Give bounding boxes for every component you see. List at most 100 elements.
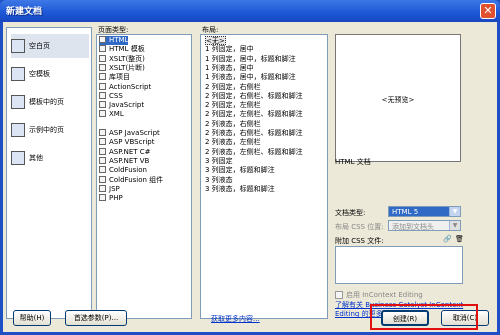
- page-type-label: JavaScript: [109, 101, 145, 110]
- page-type-label: XSLT(整页): [109, 54, 145, 63]
- category-item[interactable]: 空白页: [11, 34, 89, 58]
- layout-item[interactable]: 2 列液态，右侧栏: [205, 120, 261, 129]
- page-type-item[interactable]: HTML: [99, 36, 129, 45]
- file-icon: [99, 184, 106, 192]
- page-type-item[interactable]: ASP.NET C#: [99, 147, 151, 157]
- layout-item[interactable]: 2 列固定，左侧栏: [205, 101, 261, 110]
- file-icon: [99, 110, 106, 118]
- category-item[interactable]: 空模板: [11, 62, 89, 86]
- layout-item[interactable]: <无>: [205, 36, 226, 45]
- close-button[interactable]: ✕: [480, 3, 496, 19]
- page-type-label: ColdFusion: [109, 166, 147, 175]
- layout-item[interactable]: 3 列固定: [205, 157, 233, 166]
- page-type-item[interactable]: JavaScript: [99, 101, 144, 110]
- trash-icon[interactable]: 🗑: [455, 235, 464, 243]
- layout-item[interactable]: 2 列固定，右侧栏: [205, 83, 261, 92]
- file-icon: [99, 63, 106, 71]
- page-type-label: JSP: [109, 184, 120, 193]
- file-icon: [99, 45, 106, 53]
- layout-item[interactable]: 3 列液态，标题和脚注: [205, 185, 275, 194]
- layout-item[interactable]: 3 列固定，标题和脚注: [205, 166, 275, 175]
- doctype-value: HTML 5: [392, 208, 419, 216]
- template-page-icon: [11, 95, 25, 109]
- highlight-box: [370, 304, 478, 330]
- page-type-item[interactable]: ASP JavaScript: [99, 129, 160, 138]
- page-type-item[interactable]: ASP VBScript: [99, 138, 154, 147]
- window-title: 新建文档: [6, 7, 43, 17]
- category-item[interactable]: 示例中的页: [11, 118, 89, 142]
- page-type-label: ASP.NET C#: [109, 147, 151, 156]
- page-type-item[interactable]: PHP: [99, 194, 123, 203]
- category-list: 空白页空模板模板中的页示例中的页其他: [6, 27, 92, 319]
- page-type-label: ASP VBScript: [109, 138, 155, 147]
- layout-item[interactable]: 2 列液态，左侧栏: [205, 138, 261, 147]
- page-type-label: HTML: [109, 36, 129, 44]
- sample-page-icon: [11, 123, 25, 137]
- page-type-label: XSLT(片断): [109, 63, 145, 72]
- layout-item[interactable]: 2 列固定，左侧栏、标题和脚注: [205, 110, 303, 119]
- layout-item[interactable]: 1 列液态，居中，标题和脚注: [205, 73, 296, 82]
- page-type-item[interactable]: ASP.NET VB: [99, 156, 149, 166]
- page-type-label: CSS: [109, 91, 123, 100]
- category-label: 空白页: [29, 42, 50, 50]
- dialog-window: 新建文档 ✕ 空白页 空模板 模板中的页 示例中的页 其他 页面类型: HTML HTML…: [0, 0, 500, 335]
- page-type-label: 库项目: [109, 73, 130, 82]
- file-icon: [99, 54, 106, 62]
- layout-list[interactable]: <无> 1 列固定，居中 1 列固定，居中，标题和脚注 1 列液态，居中 1 列液态，居…: [200, 34, 328, 319]
- category-item[interactable]: 其他: [11, 146, 89, 170]
- layout-item[interactable]: 3 列液态: [205, 176, 233, 185]
- layout-css-select: 添加到文档头 ▼: [388, 220, 461, 231]
- title-bar: 新建文档 ✕: [0, 0, 500, 22]
- page-type-item[interactable]: ColdFusion 组件: [99, 175, 163, 185]
- doctype-label: 文档类型:: [335, 209, 366, 217]
- file-icon: [99, 129, 106, 136]
- page-type-item[interactable]: JSP: [99, 184, 120, 194]
- doctype-select[interactable]: HTML 5 ▼: [388, 206, 461, 217]
- category-label: 空模板: [29, 70, 50, 78]
- layout-item[interactable]: 2 列液态，右侧栏、标题和脚注: [205, 129, 303, 138]
- layout-item[interactable]: 1 列固定，居中，标题和脚注: [205, 55, 296, 64]
- chevron-down-icon: ▼: [449, 207, 460, 216]
- help-button[interactable]: 帮助(H): [13, 310, 51, 326]
- layout-css-label: 布局 CSS 位置:: [335, 223, 384, 231]
- page-type-item[interactable]: CSS: [99, 91, 123, 101]
- incontext-checkbox[interactable]: [335, 291, 343, 299]
- page-type-item[interactable]: XML: [99, 110, 124, 119]
- page-type-label: XML: [109, 110, 124, 119]
- category-label: 其他: [29, 154, 43, 162]
- get-more-content-link[interactable]: 获取更多内容...: [211, 314, 260, 324]
- file-icon: [99, 91, 106, 99]
- preview-text: <无预览>: [381, 96, 415, 104]
- layout-item[interactable]: 2 列固定，右侧栏、标题和脚注: [205, 92, 303, 101]
- preferences-button[interactable]: 首选参数(P)...: [65, 310, 127, 326]
- other-icon: [11, 151, 25, 165]
- incontext-checkbox-row[interactable]: 启用 InContext Editing: [335, 290, 423, 300]
- page-type-item[interactable]: HTML 模板: [99, 45, 145, 54]
- layout-item[interactable]: 1 列固定，居中: [205, 45, 254, 54]
- layout-item[interactable]: 2 列液态，左侧栏、标题和脚注: [205, 148, 303, 157]
- file-icon: [99, 36, 106, 43]
- file-icon: [99, 138, 106, 146]
- page-type-item[interactable]: 库项目: [99, 73, 130, 82]
- chevron-down-icon: ▼: [449, 221, 460, 230]
- page-type-label: PHP: [109, 194, 123, 203]
- file-icon: [99, 175, 106, 183]
- preview-pane: <无预览>: [335, 34, 461, 162]
- category-item[interactable]: 模板中的页: [11, 90, 89, 114]
- file-icon: [99, 147, 106, 155]
- page-type-item[interactable]: XSLT(整页): [99, 54, 145, 64]
- page-type-item[interactable]: XSLT(片断): [99, 63, 145, 73]
- page-type-item[interactable]: ActionScript: [99, 82, 152, 92]
- link-icon[interactable]: 🔗: [443, 235, 452, 243]
- layout-item[interactable]: 1 列液态，居中: [205, 64, 254, 73]
- page-type-item[interactable]: ColdFusion: [99, 166, 147, 175]
- css-file-list[interactable]: [335, 246, 463, 284]
- page-type-label: HTML 模板: [109, 45, 145, 54]
- incontext-label: 启用 InContext Editing: [346, 291, 423, 299]
- file-icon: [99, 73, 106, 81]
- blank-page-icon: [11, 39, 25, 53]
- page-type-list[interactable]: HTML HTML 模板 XSLT(整页) XSLT(片断) 库项目 ActionScri…: [96, 34, 192, 319]
- page-type-label: ActionScript: [109, 82, 152, 91]
- page-type-label: ASP JavaScript: [109, 129, 160, 137]
- file-icon: [99, 82, 106, 90]
